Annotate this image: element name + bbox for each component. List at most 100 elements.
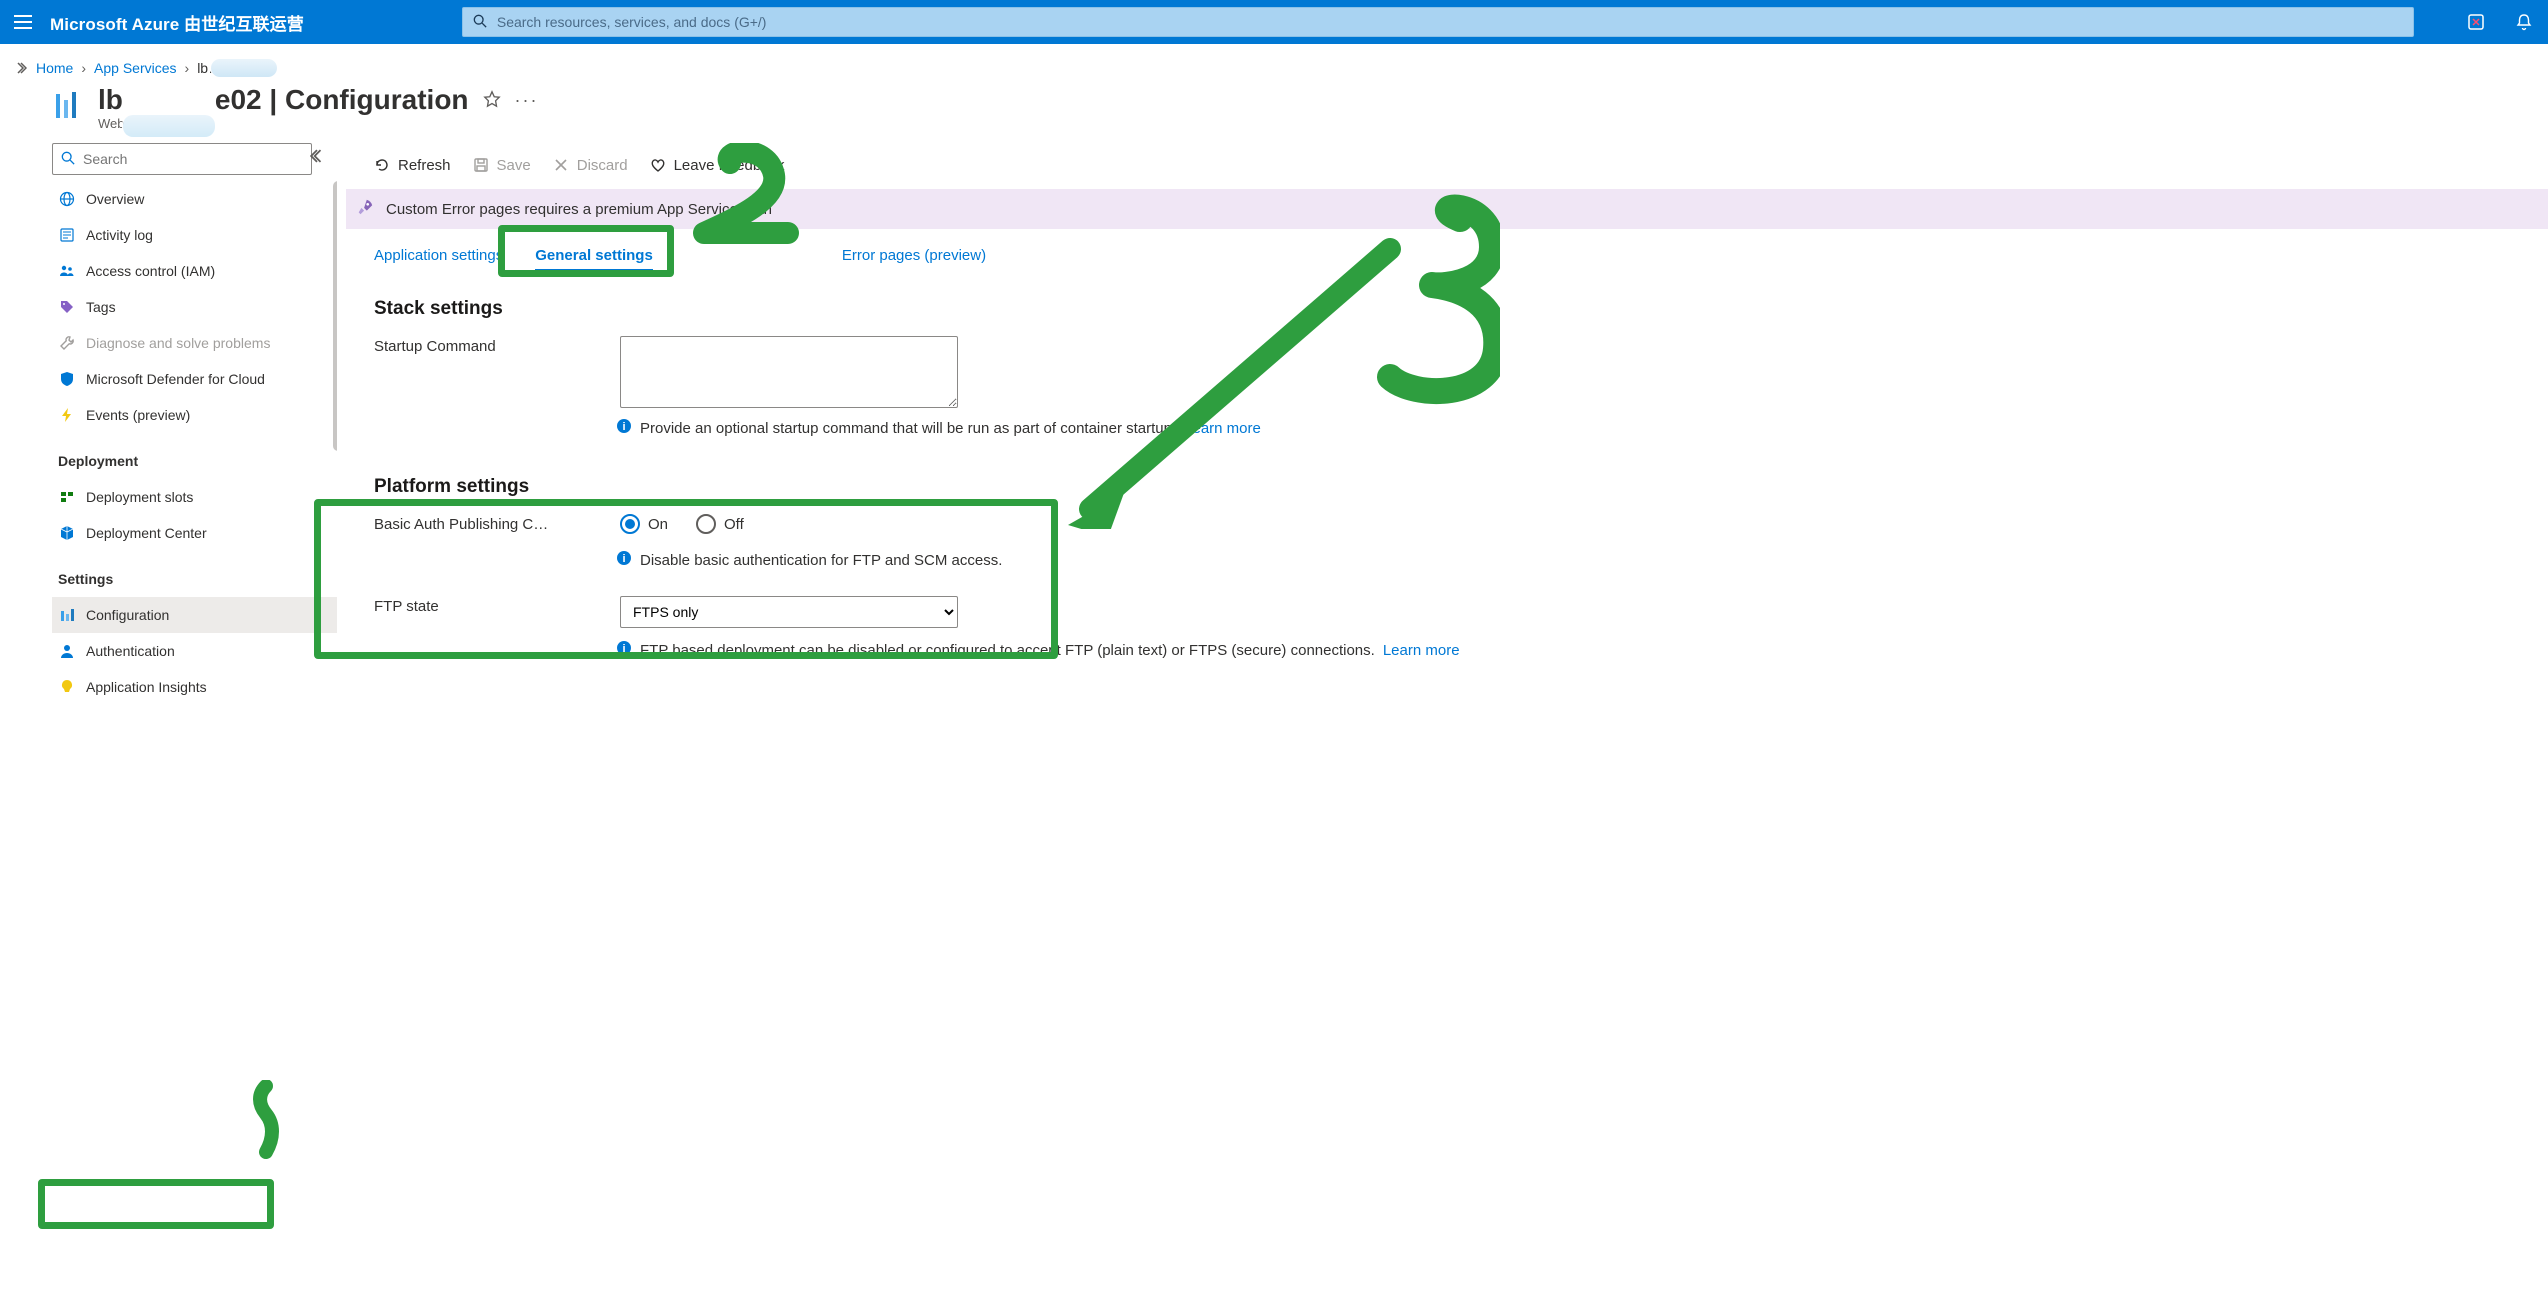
- nav-deployment-center[interactable]: Deployment Center: [52, 515, 337, 551]
- nav-label: Configuration: [86, 607, 169, 623]
- nav-label: Access control (IAM): [86, 263, 215, 279]
- help-text: Provide an optional startup command that…: [640, 420, 1176, 437]
- radio-dot-icon: [696, 514, 716, 534]
- input-startup-command[interactable]: [620, 336, 958, 408]
- toolbar-label: Refresh: [398, 157, 451, 174]
- bars-icon: [58, 606, 76, 624]
- global-search-input[interactable]: [497, 14, 2403, 30]
- nav-activity-log[interactable]: Activity log: [52, 217, 337, 253]
- chevron-right-icon: ›: [81, 60, 86, 76]
- radio-dot-icon: [620, 514, 640, 534]
- heart-icon: [650, 157, 666, 173]
- shield-icon: [58, 370, 76, 388]
- feedback-button[interactable]: Leave Feedback: [650, 157, 785, 174]
- nav-authentication[interactable]: Authentication: [52, 633, 337, 669]
- select-ftp-state[interactable]: FTPS only: [620, 596, 958, 628]
- row-basic-auth: Basic Auth Publishing C… On Off: [374, 514, 2548, 534]
- toolbar-label: Leave Feedback: [674, 157, 785, 174]
- resource-nav: Overview Activity log Access control (IA…: [52, 181, 337, 1309]
- nav-label: Activity log: [86, 227, 153, 243]
- person-icon: [58, 642, 76, 660]
- breadcrumb: Home › App Services › lb……02: [0, 44, 2548, 78]
- azure-topbar: Microsoft Azure 由世纪互联运营: [0, 0, 2548, 44]
- resource-search-input[interactable]: [83, 151, 303, 167]
- help-basic-auth: i Disable basic authentication for FTP a…: [616, 550, 2548, 570]
- radio-basic-auth-on[interactable]: On: [620, 514, 668, 534]
- nav-configuration[interactable]: Configuration: [52, 597, 337, 633]
- nav-events[interactable]: Events (preview): [52, 397, 337, 433]
- radio-basic-auth-off[interactable]: Off: [696, 514, 744, 534]
- more-icon[interactable]: ···: [515, 90, 539, 111]
- radio-group-basic-auth: On Off: [620, 514, 744, 534]
- global-search[interactable]: [462, 7, 2414, 37]
- nav-label: Diagnose and solve problems: [86, 335, 270, 351]
- tab-error-pages[interactable]: Error pages (preview): [842, 247, 986, 272]
- resource-search[interactable]: [52, 143, 312, 175]
- cube-icon: [58, 524, 76, 542]
- search-icon: [61, 151, 75, 168]
- bolt-icon: [58, 406, 76, 424]
- people-icon: [58, 262, 76, 280]
- log-icon: [58, 226, 76, 244]
- expand-menu-icon[interactable]: [14, 62, 28, 74]
- svg-text:i: i: [622, 421, 625, 433]
- slots-icon: [58, 488, 76, 506]
- nav-deployment-slots[interactable]: Deployment slots: [52, 479, 337, 515]
- link-learn-more[interactable]: Learn more: [1184, 420, 1261, 437]
- webapp-icon: [52, 90, 84, 122]
- nav-label: Overview: [86, 191, 144, 207]
- banner-text: Custom Error pages requires a premium Ap…: [386, 201, 772, 218]
- nav-label: Events (preview): [86, 407, 190, 423]
- nav-access-control[interactable]: Access control (IAM): [52, 253, 337, 289]
- refresh-icon: [374, 157, 390, 173]
- tab-general-settings[interactable]: General settings: [535, 247, 653, 272]
- config-tabs: Application settings General settings De…: [346, 247, 2548, 272]
- label-basic-auth: Basic Auth Publishing C…: [374, 514, 620, 533]
- content-toolbar: Refresh Save Discard Leave Feedback: [346, 145, 2548, 185]
- link-learn-more[interactable]: Learn more: [1383, 642, 1460, 659]
- breadcrumb-current: lb……02: [197, 60, 251, 76]
- toolbar-label: Save: [497, 157, 531, 174]
- nav-defender[interactable]: Microsoft Defender for Cloud: [52, 361, 337, 397]
- help-startup: i Provide an optional startup command th…: [616, 418, 2548, 438]
- page-title: lbe02 | Configuration: [98, 84, 469, 116]
- help-text: FTP based deployment can be disabled or …: [640, 642, 1375, 659]
- info-icon: i: [616, 418, 632, 438]
- label-startup-command: Startup Command: [374, 336, 620, 355]
- copilot-icon[interactable]: [2466, 12, 2486, 32]
- nav-tags[interactable]: Tags: [52, 289, 337, 325]
- toolbar-label: Discard: [577, 157, 628, 174]
- help-text: Disable basic authentication for FTP and…: [640, 552, 1002, 569]
- hamburger-icon[interactable]: [14, 15, 32, 29]
- page-header: lbe02 | Configuration ··· Web App: [0, 78, 2548, 143]
- nav-app-insights[interactable]: Application Insights: [52, 669, 337, 705]
- rocket-icon: [356, 198, 374, 220]
- globe-icon: [58, 190, 76, 208]
- info-icon: i: [616, 640, 632, 660]
- section-stack-title: Stack settings: [374, 298, 2548, 320]
- save-icon: [473, 157, 489, 173]
- refresh-button[interactable]: Refresh: [374, 157, 451, 174]
- breadcrumb-home[interactable]: Home: [36, 60, 73, 76]
- breadcrumb-appservices[interactable]: App Services: [94, 60, 176, 76]
- nav-group-settings: Settings: [52, 561, 337, 597]
- nav-label: Deployment slots: [86, 489, 193, 505]
- section-platform-title: Platform settings: [374, 476, 2548, 498]
- row-ftp-state: FTP state FTPS only: [374, 596, 2548, 628]
- tab-application-settings[interactable]: Application settings: [374, 247, 503, 272]
- nav-diagnose[interactable]: Diagnose and solve problems: [52, 325, 337, 361]
- notifications-icon[interactable]: [2514, 12, 2534, 32]
- discard-icon: [553, 157, 569, 173]
- save-button: Save: [473, 157, 531, 174]
- nav-group-deployment: Deployment: [52, 443, 337, 479]
- nav-overview[interactable]: Overview: [52, 181, 337, 217]
- tag-icon: [58, 298, 76, 316]
- favorite-star-icon[interactable]: [483, 90, 501, 111]
- nav-label: Deployment Center: [86, 525, 207, 541]
- help-ftp: i FTP based deployment can be disabled o…: [616, 640, 2548, 660]
- nav-label: Tags: [86, 299, 116, 315]
- bulb-icon: [58, 678, 76, 696]
- svg-text:i: i: [622, 643, 625, 655]
- nav-label: Microsoft Defender for Cloud: [86, 371, 265, 387]
- resource-sidebar: Overview Activity log Access control (IA…: [0, 143, 300, 1271]
